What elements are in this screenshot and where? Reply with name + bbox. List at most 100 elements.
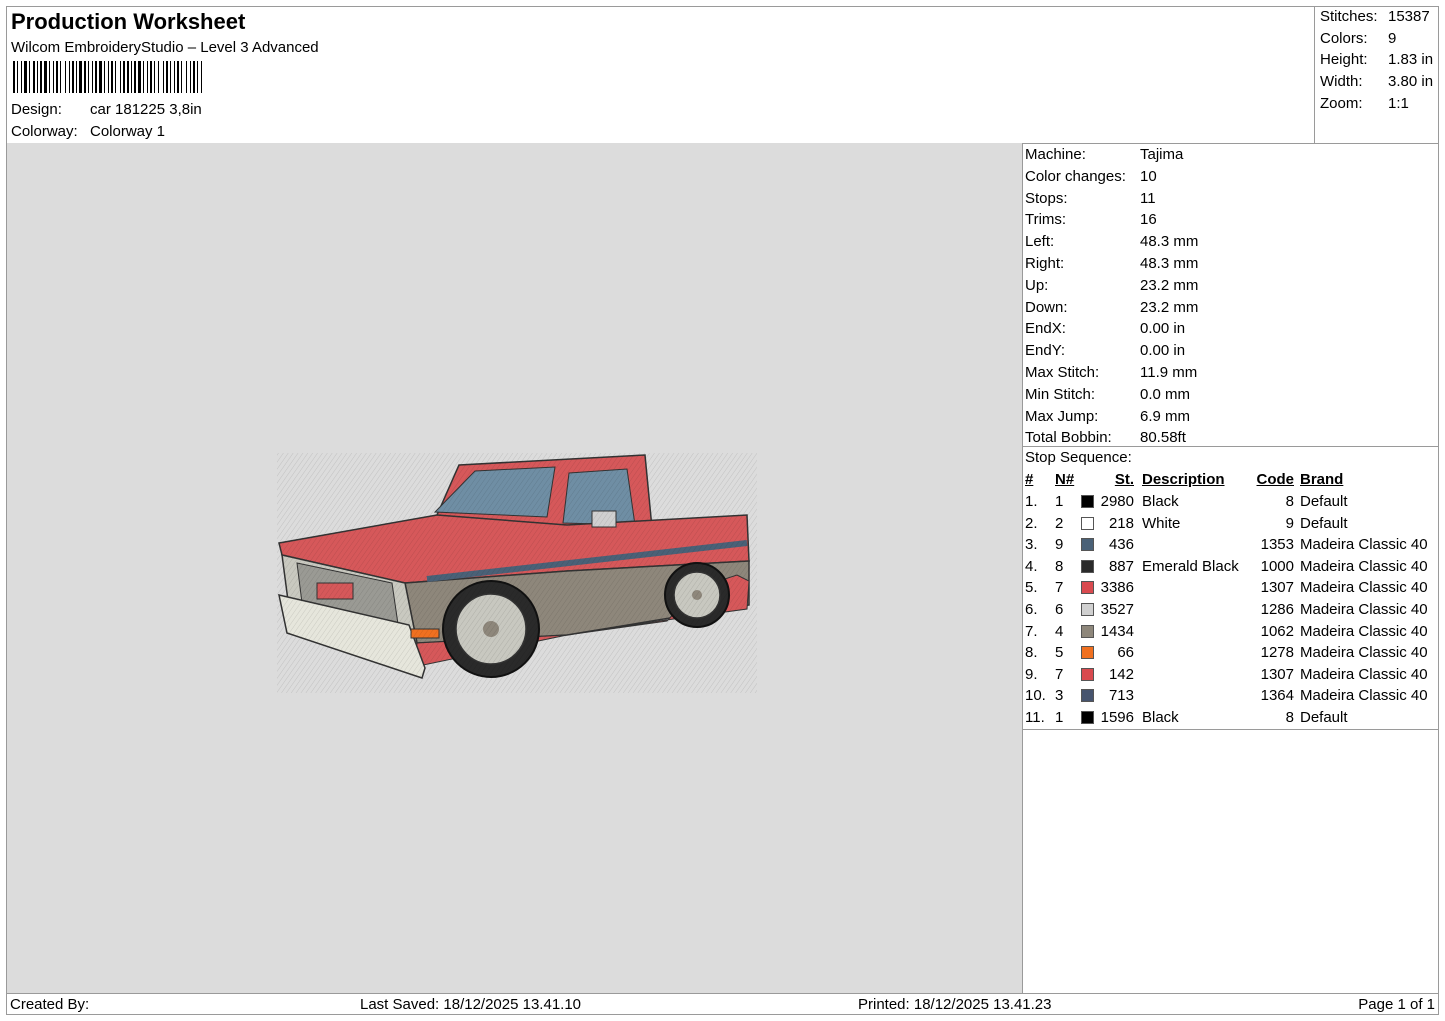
- stop-cell-n: 1: [1055, 493, 1064, 510]
- stop-cell-idx: 9.: [1025, 665, 1038, 683]
- stat-height: Height: 1.83 in: [1320, 51, 1434, 68]
- last-saved: Last Saved: 18/12/2025 13.41.10: [360, 996, 582, 1013]
- color-swatch: [1081, 711, 1094, 724]
- stop-cell-n: 5: [1055, 644, 1064, 662]
- page-title: Production Worksheet: [11, 9, 246, 34]
- stop-cell-st: 1596: [1100, 709, 1134, 726]
- info-value: 0.00 in: [1140, 342, 1186, 360]
- info-value: 10: [1140, 167, 1157, 185]
- software-name: Wilcom EmbroideryStudio – Level 3 Advanc…: [11, 39, 319, 56]
- color-swatch: [1081, 495, 1094, 508]
- stop-cell-n: 2: [1055, 514, 1064, 532]
- design-label: Design:: [11, 101, 62, 118]
- info-label: Color changes:: [1025, 167, 1126, 185]
- color-swatch: [1081, 559, 1094, 573]
- stop-cell-brand: Default: [1300, 493, 1348, 510]
- page-footer: Created By: Last Saved: 18/12/2025 13.41…: [7, 993, 1438, 1015]
- header-description: Description: [1142, 471, 1225, 488]
- stop-cell-code: 1062: [1260, 622, 1294, 640]
- stop-cell-brand: Madeira Classic 40: [1300, 665, 1428, 683]
- info-row: EndX: 0.00 in: [1025, 320, 1185, 337]
- color-swatch: [1081, 624, 1094, 638]
- stop-cell-st: 142: [1108, 665, 1134, 683]
- stop-cell-code: 9: [1285, 514, 1294, 532]
- design-stats: Stitches: 15387 Colors: 9 Height: 1.83 in W…: [1314, 7, 1439, 144]
- stop-cell-brand: Madeira Classic 40: [1300, 536, 1428, 554]
- stop-cell-idx: 3.: [1025, 536, 1038, 554]
- info-value: 11.9 mm: [1140, 364, 1198, 381]
- stop-cell-brand: Default: [1300, 514, 1348, 532]
- stop-cell-code: 1286: [1260, 601, 1294, 618]
- info-row: Right: 48.3 mm: [1025, 255, 1198, 272]
- stop-cell-st: 66: [1117, 644, 1134, 662]
- stop-cell-idx: 1.: [1025, 493, 1038, 510]
- stop-cell-desc: Emerald Black: [1142, 557, 1239, 575]
- header-brand: Brand: [1300, 471, 1344, 488]
- stop-sequence: Stop Sequence: # N# St. Description Code Bran…: [1022, 447, 1438, 730]
- stop-cell-code: 1000: [1260, 557, 1294, 575]
- color-swatch: [1081, 603, 1094, 616]
- stop-cell-idx: 8.: [1025, 644, 1038, 662]
- stop-cell-brand: Madeira Classic 40: [1300, 579, 1428, 597]
- stop-cell-n: 8: [1055, 557, 1064, 575]
- printed-date: Printed: 18/12/2025 13.41.23: [858, 996, 1052, 1013]
- info-label: Stops:: [1025, 189, 1068, 207]
- info-label: Trims:: [1025, 211, 1067, 229]
- pickup-truck-embroidery-image: [277, 453, 757, 693]
- stop-cell-desc: Black: [1142, 493, 1179, 510]
- stat-width: Width: 3.80 in: [1320, 73, 1434, 90]
- design-value: car 181225 3,8in: [90, 101, 202, 118]
- stat-zoom: Zoom: 1:1: [1320, 95, 1409, 112]
- stop-cell-n: 7: [1055, 665, 1064, 683]
- info-value: 48.3 mm: [1140, 255, 1199, 272]
- info-row: Down: 23.2 mm: [1025, 299, 1198, 316]
- colorway-value: Colorway 1: [90, 123, 166, 140]
- header-n: N#: [1055, 471, 1075, 488]
- header-index: #: [1025, 471, 1034, 488]
- colorway-label: Colorway:: [11, 123, 78, 140]
- stop-cell-code: 8: [1285, 493, 1294, 510]
- info-value: Tajima: [1140, 146, 1184, 163]
- stop-cell-code: 1353: [1260, 536, 1294, 554]
- info-row: Total Bobbin: 80.58ft: [1025, 429, 1186, 446]
- info-row: Stops: 11: [1025, 190, 1156, 207]
- stop-cell-st: 3527: [1100, 601, 1134, 618]
- info-label: Machine:: [1025, 146, 1086, 163]
- info-value: 80.58ft: [1140, 429, 1186, 447]
- page-number: Page 1 of 1: [1358, 996, 1435, 1013]
- info-label: Max Jump:: [1025, 407, 1099, 425]
- stop-cell-st: 713: [1108, 687, 1134, 705]
- created-by: Created By:: [10, 996, 90, 1013]
- stop-cell-n: 1: [1055, 709, 1064, 726]
- info-label: Right:: [1025, 255, 1065, 272]
- stop-cell-code: 8: [1285, 709, 1294, 726]
- design-preview: [7, 143, 1023, 993]
- info-row: Machine: Tajima: [1025, 146, 1183, 163]
- stop-cell-n: 3: [1055, 687, 1064, 705]
- stop-cell-brand: Madeira Classic 40: [1300, 644, 1428, 662]
- info-value: 0.00 in: [1140, 320, 1186, 338]
- info-label: Total Bobbin:: [1025, 429, 1112, 447]
- stop-cell-desc: Black: [1142, 709, 1179, 726]
- colorway-row: Colorway: Colorway 1: [11, 123, 165, 140]
- info-row: EndY: 0.00 in: [1025, 342, 1185, 359]
- stop-cell-brand: Default: [1300, 709, 1348, 726]
- stat-colors: Colors: 9: [1320, 30, 1397, 47]
- header-code: Code: [1256, 471, 1295, 488]
- stop-cell-st: 3386: [1100, 579, 1134, 597]
- color-swatch: [1081, 689, 1094, 703]
- stop-sequence-title: Stop Sequence:: [1025, 449, 1132, 466]
- stop-cell-code: 1307: [1260, 579, 1294, 597]
- color-swatch: [1081, 538, 1094, 552]
- color-swatch: [1081, 646, 1094, 660]
- stop-cell-brand: Madeira Classic 40: [1300, 687, 1428, 705]
- info-label: Max Stitch:: [1025, 364, 1100, 381]
- stop-cell-idx: 11.: [1025, 709, 1045, 726]
- stop-cell-st: 218: [1108, 514, 1134, 532]
- stop-cell-n: 7: [1055, 579, 1064, 597]
- info-label: Down:: [1025, 298, 1068, 316]
- header-stitches: St.: [1114, 471, 1134, 488]
- stop-cell-idx: 2.: [1025, 514, 1038, 532]
- info-label: EndX:: [1025, 320, 1066, 338]
- stop-cell-brand: Madeira Classic 40: [1300, 622, 1428, 640]
